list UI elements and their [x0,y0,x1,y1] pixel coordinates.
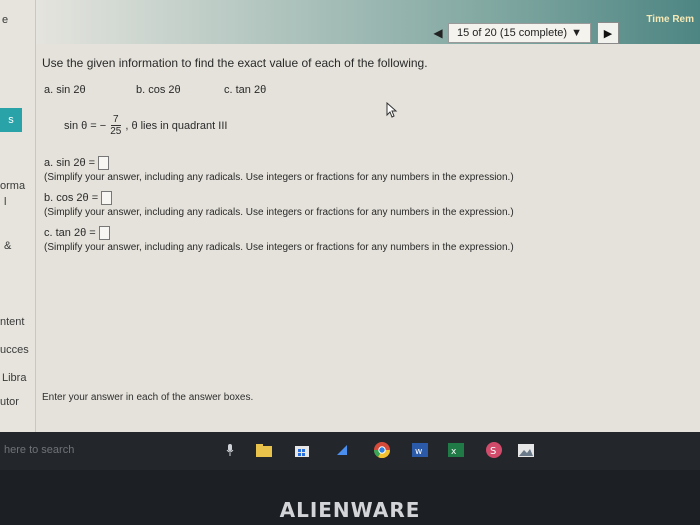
answer-a-input[interactable] [98,156,110,170]
answer-list: a. sin 2θ = (Simplify your answer, inclu… [44,156,644,261]
part-b-label: b. cos 2θ [136,84,181,96]
sidebar-item-l[interactable]: l [4,196,6,208]
question-pager: ◀ 15 of 20 (15 complete) ▼ ▶ [428,20,619,46]
answer-item: c. tan 2θ = (Simplify your answer, inclu… [44,226,644,253]
answer-item: b. cos 2θ = (Simplify your answer, inclu… [44,191,644,218]
app-icon[interactable]: S [484,440,504,460]
chrome-icon[interactable] [372,440,392,460]
answer-b-input[interactable] [101,191,113,205]
question-parts: a. sin 2θ b. cos 2θ c. tan 2θ [44,84,324,98]
sidebar-item-tutor[interactable]: utor [0,396,19,408]
given-numerator: 7 [110,114,121,126]
question-select[interactable]: 15 of 20 (15 complete) ▼ [448,23,591,43]
part-c-label: c. tan 2θ [224,84,267,96]
sidebar-item-success[interactable]: ucces [0,344,29,356]
screen: e s orma l & ntent ucces Libra utor ◀ 15… [0,0,700,470]
part-a-label: a. sin 2θ [44,84,86,96]
sidebar-item-amp[interactable]: & [4,240,11,252]
svg-text:x: x [451,447,457,457]
footer-note: Enter your answer in each of the answer … [42,392,254,403]
answer-a-label: a. sin 2θ = [44,157,96,169]
previous-question-button[interactable]: ◀ [428,22,448,44]
edge-icon[interactable] [332,440,352,460]
store-icon[interactable] [292,440,312,460]
question-panel: Use the given information to find the ex… [36,44,700,432]
answer-c-input[interactable] [98,226,110,240]
svg-text:S: S [490,446,496,457]
question-instruction: Use the given information to find the ex… [42,56,428,70]
answer-item: a. sin 2θ = (Simplify your answer, inclu… [44,156,644,183]
svg-text:w: w [415,447,422,457]
file-explorer-icon[interactable] [254,440,274,460]
answer-a-hint: (Simplify your answer, including any rad… [44,172,514,183]
taskbar-search-input[interactable]: here to search [4,444,74,456]
taskbar: here to search w x S [0,432,700,470]
given-denominator: 25 [110,126,122,137]
given-information: sin θ = − 7 25 , θ lies in quadrant III [64,114,227,137]
sidebar-top-label: e [2,14,9,26]
pager-text: 15 of 20 (15 complete) [457,27,568,39]
top-bar: ◀ 15 of 20 (15 complete) ▼ ▶ Time Rem [36,0,700,44]
left-sidebar: e s orma l & ntent ucces Libra utor [0,0,36,432]
given-fraction: 7 25 [110,114,121,137]
brand-logo: ALIENWARE [279,498,421,522]
answer-b-label: b. cos 2θ = [44,192,99,204]
sidebar-item-information[interactable]: orma [0,180,25,192]
sidebar-item-library[interactable]: Libra [2,372,26,384]
answer-b-hint: (Simplify your answer, including any rad… [44,207,514,218]
answer-c-label: c. tan 2θ = [44,227,96,239]
photos-icon[interactable] [516,440,536,460]
next-question-button[interactable]: ▶ [596,22,619,44]
sidebar-item-content[interactable]: ntent [0,316,24,328]
microphone-icon[interactable] [220,440,240,460]
excel-icon[interactable]: x [446,440,466,460]
given-suffix: , θ lies in quadrant III [125,119,228,132]
arrow-left-icon: ◀ [433,26,443,40]
mouse-cursor-icon [386,102,398,118]
timer-label: Time Rem [646,14,694,25]
word-icon[interactable]: w [410,440,430,460]
given-prefix: sin θ = − [64,119,107,132]
arrow-right-icon: ▶ [603,27,613,40]
answer-c-hint: (Simplify your answer, including any rad… [44,242,514,253]
sidebar-item-active[interactable]: s [0,108,22,132]
chevron-down-icon: ▼ [571,27,582,39]
